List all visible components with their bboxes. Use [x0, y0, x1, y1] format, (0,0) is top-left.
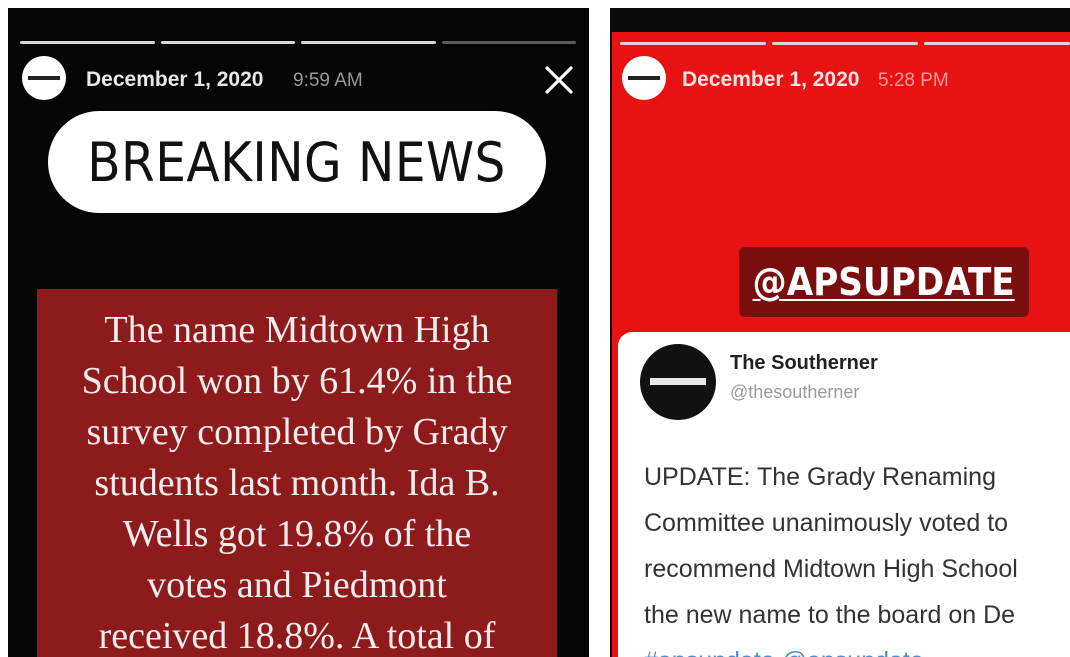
breaking-news-sticker: BREAKING NEWS	[48, 111, 546, 213]
tweet-line: recommend Midtown High School	[644, 555, 1018, 583]
story-progress-bar	[20, 41, 576, 44]
tweet-hashtags[interactable]: #apsupdate @apsupdate	[644, 638, 1070, 657]
story-date: December 1, 2020	[682, 68, 860, 91]
avatar-icon[interactable]	[22, 56, 66, 100]
article-line: School won by 61.4% in the	[81, 360, 513, 402]
story-date: December 1, 2020	[86, 68, 264, 91]
embedded-tweet-card[interactable]: The Southerner @thesoutherner UPDATE: Th…	[618, 332, 1070, 657]
breaking-news-label: BREAKING NEWS	[87, 130, 507, 194]
close-icon[interactable]	[539, 60, 579, 100]
article-line: votes and Piedmont	[147, 564, 447, 606]
article-line: The name Midtown High	[104, 309, 490, 351]
article-line: survey completed by Grady	[86, 411, 508, 453]
progress-segment	[160, 41, 295, 44]
tweet-line: UPDATE: The Grady Renaming	[644, 463, 996, 491]
tweet-author-name: The Southerner	[730, 352, 878, 374]
mention-sticker[interactable]: @APSUPDATE	[739, 247, 1029, 317]
story-time: 9:59 AM	[293, 70, 363, 91]
progress-segment	[924, 42, 1070, 45]
article-text-box: The name Midtown High School won by 61.4…	[37, 289, 557, 657]
left-story: December 1, 2020 9:59 AM BREAKING NEWS T…	[8, 8, 589, 657]
tweet-line: the new name to the board on De	[644, 601, 1016, 629]
progress-segment	[772, 42, 918, 45]
right-story: December 1, 2020 5:28 PM @APSUPDATE The …	[610, 8, 1070, 657]
progress-segment	[20, 41, 155, 44]
tweet-line: Committee unanimously voted to	[644, 509, 1009, 537]
tweet-author-handle: @thesoutherner	[730, 382, 860, 402]
tweet-body: UPDATE: The Grady Renaming Committee una…	[644, 454, 1070, 657]
mention-label[interactable]: @APSUPDATE	[753, 260, 1015, 304]
progress-segment	[301, 41, 436, 44]
story-progress-bar	[620, 42, 1070, 45]
article-line: received 18.8%. A total of	[98, 615, 496, 657]
avatar-icon[interactable]	[622, 56, 666, 100]
tweet-avatar[interactable]	[640, 344, 716, 420]
progress-segment	[441, 41, 576, 44]
progress-segment	[620, 42, 766, 45]
article-line: students last month. Ida B.	[94, 462, 500, 504]
article-line: Wells got 19.8% of the	[122, 513, 472, 555]
story-time: 5:28 PM	[878, 70, 949, 91]
